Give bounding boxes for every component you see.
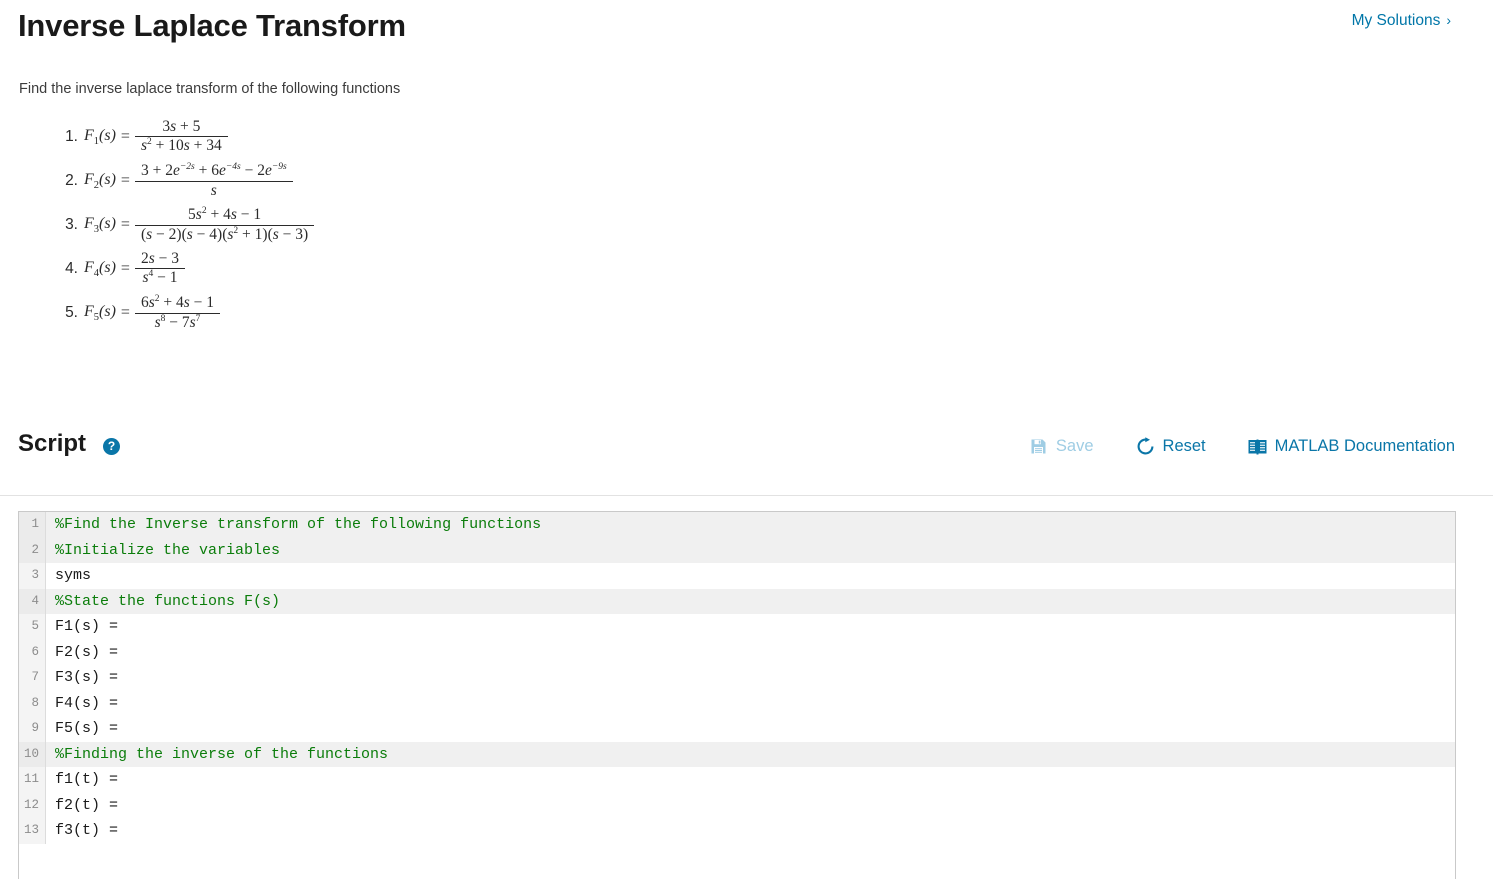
problem-lhs: F1(s) bbox=[84, 126, 116, 148]
code-text[interactable]: %State the functions F(s) bbox=[46, 589, 1455, 615]
line-number: 9 bbox=[19, 716, 46, 742]
code-line[interactable]: 6 F2(s) = bbox=[19, 639, 1455, 666]
script-toolbar: Save Reset MATLAB Documentation bbox=[1029, 437, 1455, 456]
page-title: Inverse Laplace Transform bbox=[18, 8, 406, 43]
floppy-disk-icon bbox=[1029, 437, 1048, 456]
line-number: 12 bbox=[19, 792, 46, 818]
code-text[interactable]: f3(t) = bbox=[46, 818, 1455, 844]
problem-lhs: F2(s) bbox=[84, 170, 116, 192]
fraction-numerator: 6s2 + 4s − 1 bbox=[140, 294, 215, 312]
code-text[interactable]: f2(t) = bbox=[46, 793, 1455, 819]
equals-sign: = bbox=[120, 260, 130, 277]
fraction-numerator: 5s2 + 4s − 1 bbox=[188, 206, 262, 224]
equals-sign: = bbox=[120, 216, 130, 233]
problem-lhs: F4(s) bbox=[84, 258, 116, 280]
fraction-numerator: 3 + 2e−2s + 6e−4s − 2e−9s bbox=[140, 162, 287, 180]
line-number: 7 bbox=[19, 665, 46, 691]
problem-number: 2. bbox=[65, 172, 78, 189]
code-line[interactable]: 4 %State the functions F(s) bbox=[19, 588, 1455, 615]
line-number: 4 bbox=[19, 588, 46, 614]
code-line[interactable]: 1 %Find the Inverse transform of the foll… bbox=[19, 512, 1455, 538]
code-editor[interactable]: 1 %Find the Inverse transform of the foll… bbox=[18, 511, 1456, 879]
chevron-right-icon: › bbox=[1446, 12, 1451, 28]
fraction: 3 + 2e−2s + 6e−4s − 2e−9s s bbox=[134, 162, 293, 199]
fraction-denominator: s4 − 1 bbox=[142, 269, 178, 287]
code-text[interactable]: F1(s) = bbox=[46, 614, 1455, 640]
fraction: 3s + 5 s2 + 10s + 34 bbox=[134, 118, 228, 155]
problem-item: 4. F4(s) = 2s − 3 s4 − 1 bbox=[58, 249, 858, 289]
my-solutions-link[interactable]: My Solutions › bbox=[1352, 12, 1451, 30]
equals-sign: = bbox=[120, 172, 130, 189]
equals-sign: = bbox=[120, 304, 130, 321]
code-line[interactable]: 3 syms bbox=[19, 563, 1455, 589]
fraction-numerator: 3s + 5 bbox=[162, 118, 201, 136]
matlab-documentation-label: MATLAB Documentation bbox=[1274, 437, 1455, 455]
problem-number: 5. bbox=[65, 304, 78, 321]
code-text[interactable]: F4(s) = bbox=[46, 691, 1455, 717]
line-number: 8 bbox=[19, 690, 46, 716]
section-divider bbox=[0, 495, 1493, 496]
fraction-numerator: 2s − 3 bbox=[140, 250, 179, 268]
code-text[interactable]: %Finding the inverse of the functions bbox=[46, 742, 1455, 768]
problem-item: 2. F2(s) = 3 + 2e−2s + 6e−4s − 2e−9s s bbox=[58, 161, 858, 201]
help-icon[interactable]: ? bbox=[103, 438, 120, 455]
problem-number: 4. bbox=[65, 260, 78, 277]
code-text[interactable]: f1(t) = bbox=[46, 767, 1455, 793]
code-line[interactable]: 7 F3(s) = bbox=[19, 665, 1455, 691]
open-book-icon bbox=[1248, 437, 1267, 456]
line-number: 1 bbox=[19, 512, 46, 538]
problem-item: 5. F5(s) = 6s2 + 4s − 1 s8 − 7s7 bbox=[58, 293, 858, 333]
reset-label: Reset bbox=[1162, 437, 1206, 455]
line-number: 5 bbox=[19, 614, 46, 640]
line-number: 10 bbox=[19, 741, 46, 767]
code-line[interactable]: 12 f2(t) = bbox=[19, 792, 1455, 819]
problem-list: 1. F1(s) = 3s + 5 s2 + 10s + 34 2. F2(s)… bbox=[58, 117, 858, 337]
problem-lhs: F5(s) bbox=[84, 302, 116, 324]
line-number: 6 bbox=[19, 639, 46, 665]
fraction: 5s2 + 4s − 1 (s − 2)(s − 4)(s2 + 1)(s − … bbox=[134, 206, 315, 243]
my-solutions-label: My Solutions bbox=[1351, 12, 1441, 29]
save-label: Save bbox=[1055, 437, 1094, 455]
line-number: 13 bbox=[19, 818, 46, 844]
problem-item: 1. F1(s) = 3s + 5 s2 + 10s + 34 bbox=[58, 117, 858, 157]
problem-number: 1. bbox=[65, 128, 78, 145]
line-number: 3 bbox=[19, 563, 46, 589]
reset-button[interactable]: Reset bbox=[1136, 437, 1206, 456]
line-number: 11 bbox=[19, 767, 46, 793]
code-line[interactable]: 11 f1(t) = bbox=[19, 767, 1455, 793]
problem-lhs: F3(s) bbox=[84, 214, 116, 236]
code-text[interactable]: %Find the Inverse transform of the follo… bbox=[46, 512, 1455, 538]
code-line[interactable]: 13 f3(t) = bbox=[19, 818, 1455, 844]
code-text[interactable]: syms bbox=[46, 563, 1455, 589]
refresh-circular-arrow-icon bbox=[1136, 437, 1155, 456]
fraction: 6s2 + 4s − 1 s8 − 7s7 bbox=[134, 294, 221, 331]
problem-item: 3. F3(s) = 5s2 + 4s − 1 (s − 2)(s − 4)(s… bbox=[58, 205, 858, 245]
code-text[interactable]: F5(s) = bbox=[46, 716, 1455, 742]
page-header: Inverse Laplace Transform My Solutions › bbox=[0, 0, 1493, 60]
save-button[interactable]: Save bbox=[1029, 437, 1094, 456]
matlab-documentation-button[interactable]: MATLAB Documentation bbox=[1248, 437, 1455, 456]
equals-sign: = bbox=[120, 128, 130, 145]
code-line[interactable]: 9 F5(s) = bbox=[19, 716, 1455, 742]
intro-text: Find the inverse laplace transform of th… bbox=[19, 81, 401, 97]
code-line[interactable]: 10 %Finding the inverse of the functions bbox=[19, 741, 1455, 768]
code-line[interactable]: 5 F1(s) = bbox=[19, 614, 1455, 640]
code-text[interactable]: %Initialize the variables bbox=[46, 538, 1455, 564]
code-text[interactable]: F3(s) = bbox=[46, 665, 1455, 691]
fraction-denominator: s2 + 10s + 34 bbox=[140, 137, 222, 155]
line-number: 2 bbox=[19, 537, 46, 563]
fraction-denominator: s8 − 7s7 bbox=[154, 313, 201, 331]
code-line[interactable]: 2 %Initialize the variables bbox=[19, 537, 1455, 564]
script-heading: Script bbox=[18, 430, 87, 457]
fraction-denominator: s bbox=[210, 181, 217, 199]
problem-number: 3. bbox=[65, 216, 78, 233]
code-line[interactable]: 8 F4(s) = bbox=[19, 690, 1455, 717]
fraction: 2s − 3 s4 − 1 bbox=[134, 250, 185, 287]
fraction-denominator: (s − 2)(s − 4)(s2 + 1)(s − 3) bbox=[140, 225, 309, 243]
code-text[interactable]: F2(s) = bbox=[46, 640, 1455, 666]
